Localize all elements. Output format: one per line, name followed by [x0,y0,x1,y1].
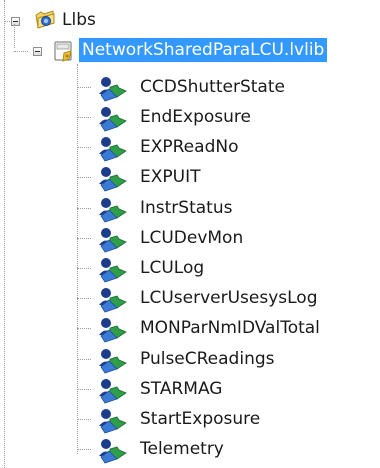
shared-variable-icon [99,288,127,313]
tree-item-label: EXPReadNo [140,137,239,157]
tree-item-variable[interactable]: CCDShutterState [0,72,380,102]
tree-item-label: StartExposure [140,409,261,429]
tree-connector [77,177,91,178]
tree-item-variable[interactable]: LCUDevMon [0,223,380,253]
tree-item-label: InstrStatus [140,198,233,218]
tree-item-variable[interactable]: InstrStatus [0,193,380,223]
tree-connector [77,147,91,148]
tree-connector [77,298,91,299]
tree-item-label: NetworkSharedParaLCU.lvlib [79,38,328,62]
shared-variable-icon [99,77,127,102]
shared-variable-icon [99,167,127,192]
tree-connector [14,51,28,52]
tree-connector [77,208,91,209]
tree-connector [77,419,91,420]
shared-variable-icon [99,409,127,434]
tree-item-label: MONParNmIDValTotal [140,318,320,338]
tree-item-label: PulseCReadings [140,349,275,369]
tree-connector [77,87,91,88]
tree-item-variable[interactable]: EndExposure [0,102,380,132]
tree-item-label: EndExposure [140,107,252,127]
tree-item-llbs[interactable]: Llbs [0,6,380,36]
shared-variable-icon [99,258,127,283]
tree-item-variable[interactable]: StartExposure [0,404,380,434]
tree-item-variable[interactable]: EXPReadNo [0,132,380,162]
tree-connector [77,328,91,329]
tree-connector [77,238,91,239]
tree-item-variable[interactable]: LCULog [0,253,380,283]
tree-item-variable[interactable]: EXPUIT [0,162,380,192]
shared-variable-icon [99,349,127,374]
tree-item-variable[interactable]: LCUserverUsesysLog [0,283,380,313]
tree-item-label: LCUDevMon [140,228,244,248]
tree-item-label: EXPUIT [140,167,201,187]
shared-variable-icon [99,137,127,162]
tree-item-variable[interactable]: PulseCReadings [0,344,380,374]
tree-connector [77,389,91,390]
tree-item-variable[interactable]: Telemetry [0,434,380,464]
shared-variable-icon [99,107,127,132]
tree-connector [77,268,91,269]
tree-item-variable[interactable]: MONParNmIDValTotal [0,313,380,343]
shared-variable-icon [99,379,127,404]
tree-item-library[interactable]: NetworkSharedParaLCU.lvlib [0,36,380,66]
tree-connector [77,359,91,360]
tree-item-variable[interactable]: STARMAG [0,374,380,404]
collapse-toggle[interactable] [11,17,20,26]
shared-variable-icon [99,228,127,253]
collapse-toggle[interactable] [33,47,42,56]
shared-variable-icon [99,318,127,343]
folder-icon [35,10,55,29]
library-icon [54,41,72,62]
tree-item-label: LCUserverUsesysLog [140,288,318,308]
tree-item-label: Llbs [62,10,96,30]
tree-item-label: STARMAG [140,379,223,399]
shared-variable-icon [99,439,127,464]
tree-item-label: CCDShutterState [140,77,285,97]
shared-variable-icon [99,198,127,223]
tree-connector [77,117,91,118]
tree-item-label: LCULog [140,258,205,278]
tree-connector [77,449,91,450]
project-tree: Llbs NetworkSharedParaLCU.lvlib CCDShutt… [0,0,380,468]
tree-item-label: Telemetry [140,439,224,459]
